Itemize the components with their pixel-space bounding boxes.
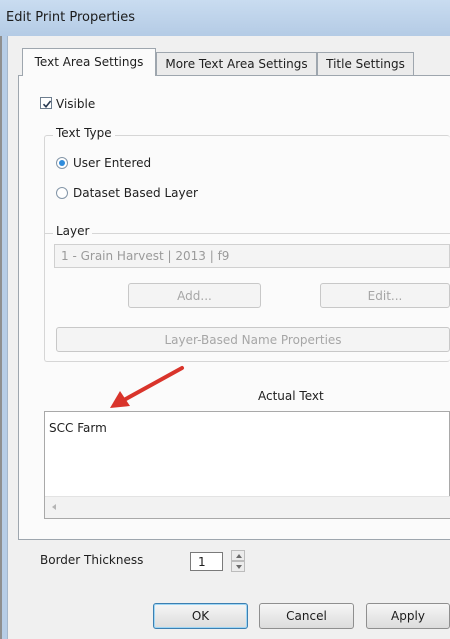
apply-button-label: Apply (391, 609, 425, 623)
checkmark-icon (42, 100, 52, 109)
border-thickness-label: Border Thickness (40, 553, 144, 567)
border-thickness-value: 1 (198, 555, 206, 569)
layer-select-value: 1 - Grain Harvest | 2013 | f9 (61, 249, 230, 263)
visible-label: Visible (56, 97, 96, 111)
edit-button-label: Edit... (367, 289, 403, 303)
scroll-left-arrow-icon[interactable] (50, 503, 58, 511)
red-arrow-icon (110, 366, 184, 408)
layer-based-name-properties-label: Layer-Based Name Properties (164, 333, 342, 347)
layer-heading: Layer (53, 224, 93, 238)
window-title: Edit Print Properties (6, 10, 136, 25)
layer-select[interactable]: 1 - Grain Harvest | 2013 | f9 (54, 244, 450, 268)
horizontal-scrollbar[interactable] (45, 496, 450, 518)
actual-text-label: Actual Text (258, 389, 324, 403)
edit-button[interactable]: Edit... (320, 283, 450, 308)
tab-label: More Text Area Settings (165, 57, 308, 71)
layer-based-name-properties-button[interactable]: Layer-Based Name Properties (56, 327, 450, 352)
layer-divider (44, 233, 450, 234)
ok-button-label: OK (191, 609, 210, 623)
spin-up-button[interactable] (231, 550, 245, 561)
chevron-up-icon (236, 554, 242, 558)
actual-text-input[interactable]: SCC Farm (44, 411, 450, 519)
user-entered-radio[interactable] (56, 157, 68, 169)
apply-button[interactable]: Apply (366, 603, 450, 629)
chevron-down-icon (236, 565, 242, 569)
title-bar[interactable]: Edit Print Properties (0, 0, 450, 36)
tab-label: Text Area Settings (34, 55, 144, 69)
cancel-button-label: Cancel (286, 609, 327, 623)
window-frame-edge (0, 36, 2, 639)
spin-down-button[interactable] (231, 561, 245, 572)
tab-label: Title Settings (326, 57, 405, 71)
tab-title-settings[interactable]: Title Settings (317, 52, 414, 75)
visible-checkbox[interactable] (40, 97, 52, 109)
dataset-based-layer-radio[interactable] (56, 187, 68, 199)
add-button[interactable]: Add... (128, 283, 261, 308)
border-thickness-input[interactable]: 1 (190, 552, 223, 571)
text-type-heading: Text Type (53, 126, 115, 140)
add-button-label: Add... (177, 289, 212, 303)
user-entered-label: User Entered (73, 156, 152, 170)
actual-text-value: SCC Farm (49, 421, 107, 435)
tab-text-area-settings[interactable]: Text Area Settings (22, 48, 156, 76)
cancel-button[interactable]: Cancel (259, 603, 354, 629)
dataset-based-layer-label: Dataset Based Layer (73, 186, 198, 200)
tab-more-text-area-settings[interactable]: More Text Area Settings (156, 52, 317, 75)
radio-selected-dot (59, 160, 65, 166)
ok-button[interactable]: OK (153, 603, 248, 629)
